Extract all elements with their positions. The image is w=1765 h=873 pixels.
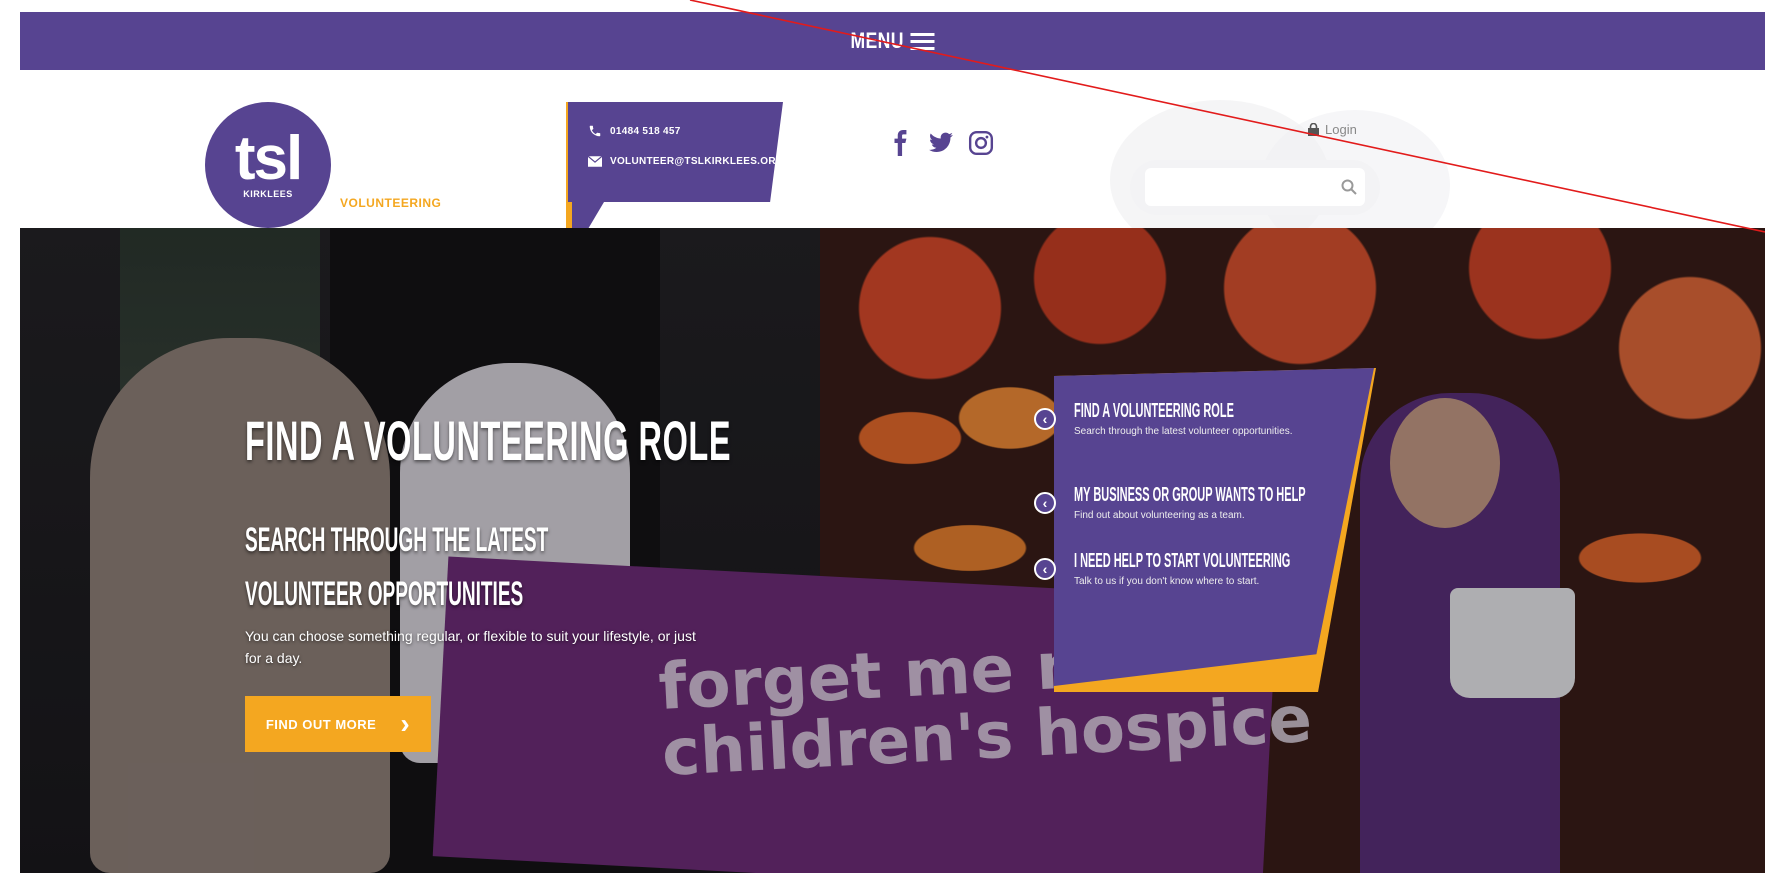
hero-subtitle: SEARCH THROUGH THE LATEST VOLUNTEER OPPO… xyxy=(245,521,549,613)
find-out-more-button[interactable]: FIND OUT MORE › xyxy=(245,696,431,752)
phone-number: 01484 518 457 xyxy=(610,125,681,137)
search-input[interactable] xyxy=(1145,168,1365,206)
contact-box: 01484 518 457 VOLUNTEER@TSLKIRKLEES.ORG.… xyxy=(568,102,783,202)
site-logo[interactable]: tsl KIRKLEES xyxy=(205,102,331,228)
social-links xyxy=(888,130,994,156)
top-nav-bar: MENU xyxy=(20,12,1765,70)
envelope-icon xyxy=(588,156,602,167)
lock-icon xyxy=(1308,123,1319,136)
logo-tagline: VOLUNTEERING xyxy=(340,196,442,210)
hamburger-icon xyxy=(910,32,935,50)
panel-item-business-group[interactable]: MY BUSINESS OR GROUP WANTS TO HELP Find … xyxy=(1074,484,1324,522)
hero-description: You can choose something regular, or fle… xyxy=(245,628,696,666)
contact-email[interactable]: VOLUNTEER@TSLKIRKLEES.ORG.UK xyxy=(588,156,803,167)
panel-item-need-help[interactable]: I NEED HELP TO START VOLUNTEERING Talk t… xyxy=(1074,550,1324,588)
chevron-left-icon[interactable]: ‹ xyxy=(1034,492,1056,514)
facebook-icon[interactable] xyxy=(888,130,914,156)
panel-item-desc: Search through the latest volunteer oppo… xyxy=(1074,426,1293,437)
chevron-left-icon[interactable]: ‹ xyxy=(1034,408,1056,430)
menu-label: MENU xyxy=(850,28,905,53)
twitter-icon[interactable] xyxy=(928,130,954,156)
instagram-icon[interactable] xyxy=(968,130,994,156)
contact-phone[interactable]: 01484 518 457 xyxy=(588,124,681,138)
email-address: VOLUNTEER@TSLKIRKLEES.ORG.UK xyxy=(610,156,803,167)
logo-subtext: KIRKLEES xyxy=(243,189,293,199)
panel-item-find-role[interactable]: FIND A VOLUNTEERING ROLE Search through … xyxy=(1074,400,1324,438)
cta-label: FIND OUT MORE xyxy=(265,716,377,732)
logo-text: tsl xyxy=(234,124,303,193)
login-label: Login xyxy=(1325,122,1357,137)
search-icon[interactable] xyxy=(1340,178,1358,196)
phone-icon xyxy=(589,125,601,137)
chevron-right-icon: › xyxy=(400,708,411,739)
panel-item-desc: Talk to us if you don't know where to st… xyxy=(1074,576,1260,587)
login-link[interactable]: Login xyxy=(1308,122,1357,137)
panel-item-title: FIND A VOLUNTEERING ROLE xyxy=(1074,400,1234,422)
panel-item-title: I NEED HELP TO START VOLUNTEERING xyxy=(1074,550,1291,572)
hero-section: forget me n children's hospice FIND A VO… xyxy=(20,228,1765,873)
panel-item-title: MY BUSINESS OR GROUP WANTS TO HELP xyxy=(1074,484,1306,506)
hero-title: FIND A VOLUNTEERING ROLE xyxy=(245,409,732,472)
chevron-left-icon[interactable]: ‹ xyxy=(1034,558,1056,580)
panel-item-desc: Find out about volunteering as a team. xyxy=(1074,510,1245,521)
menu-button[interactable]: MENU xyxy=(851,28,935,54)
